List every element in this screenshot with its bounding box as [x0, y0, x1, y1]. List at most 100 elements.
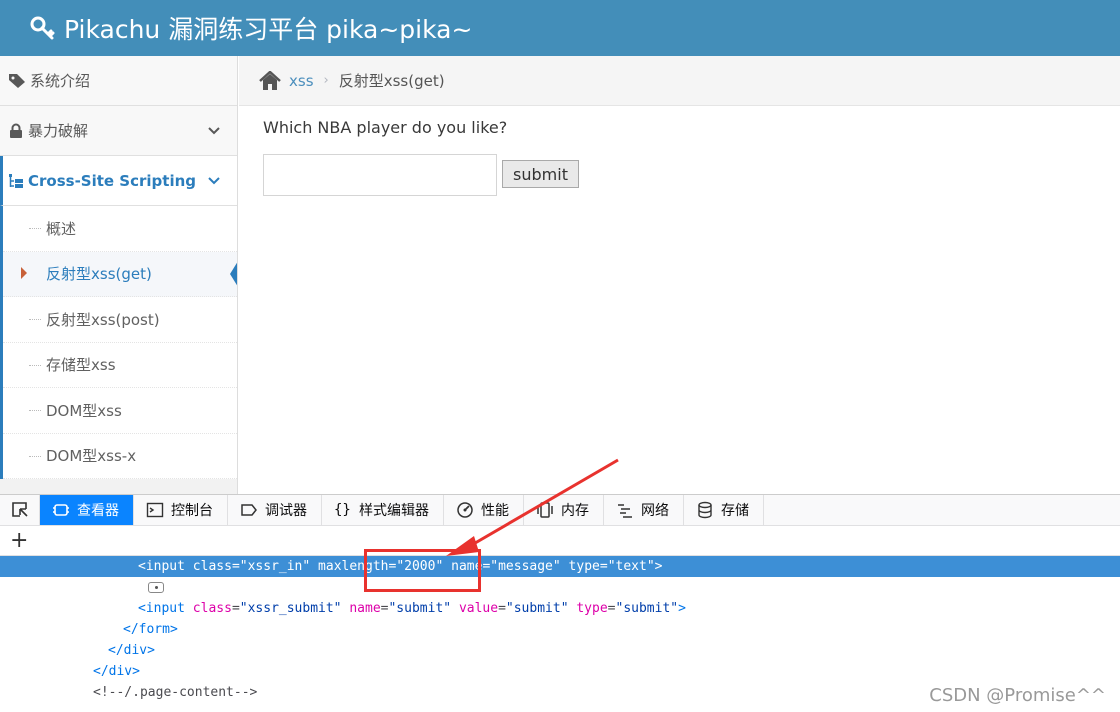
- sidebar-item-label: 暴力破解: [28, 122, 89, 140]
- attr-value: "message": [490, 559, 561, 574]
- attr-value: "xssr_submit": [239, 601, 342, 616]
- tree-connector: [29, 410, 41, 411]
- network-icon: [618, 504, 632, 518]
- add-node-button[interactable]: +: [10, 529, 28, 552]
- breadcrumb-current: 反射型xss(get): [338, 72, 445, 90]
- submenu-item-label: 反射型xss(post): [46, 310, 160, 329]
- tab-console[interactable]: 控制台: [134, 495, 228, 525]
- tab-label: 网络: [641, 503, 669, 519]
- tab-label: 样式编辑器: [359, 503, 429, 519]
- markup-line-div-close[interactable]: </div>: [0, 661, 1120, 682]
- caret-right-icon: [21, 266, 27, 279]
- element-picker-button[interactable]: [0, 495, 40, 525]
- tab-label: 性能: [481, 503, 509, 519]
- home-icon[interactable]: [259, 70, 281, 91]
- attr-value: "xssr_in": [239, 559, 311, 574]
- tab-label: 存储: [721, 503, 749, 519]
- submenu-item-dom-x[interactable]: DOM型xss-x: [3, 434, 237, 479]
- tree-connector: [29, 228, 41, 229]
- active-indicator: [230, 257, 237, 290]
- submenu-item-label: DOM型xss-x: [46, 447, 137, 466]
- tree-connector: [29, 364, 41, 366]
- attr-name: name: [349, 601, 381, 616]
- attr-name: type: [568, 559, 600, 574]
- sitemap-icon: [9, 173, 23, 188]
- markup-view: <input class="xssr_in" maxlength="2000" …: [0, 556, 1120, 703]
- breadcrumb-separator: ›: [323, 73, 329, 88]
- tab-network[interactable]: 网络: [604, 495, 684, 525]
- attr-name: type: [576, 601, 608, 616]
- submenu-item-label: DOM型xss: [46, 401, 122, 420]
- submenu-item-dom[interactable]: DOM型xss: [3, 388, 237, 434]
- attr-value: "submit": [388, 601, 452, 616]
- form-prompt: Which NBA player do you like?: [263, 118, 508, 137]
- attr-value: "text": [607, 559, 655, 574]
- page-content: Which NBA player do you like? submit: [263, 118, 579, 196]
- key-icon: [30, 16, 55, 40]
- markup-line-input-submit[interactable]: <input class="xssr_submit" name="submit"…: [0, 598, 1120, 619]
- attr-value: "submit": [615, 601, 679, 616]
- chevron-down-icon: [208, 127, 220, 135]
- sidebar-item-bruteforce[interactable]: 暴力破解: [0, 106, 237, 156]
- sidebar: 系统介绍 暴力破解 Cross-Site Scripting 概述 反射型xss…: [0, 56, 238, 494]
- tag-name: <input: [138, 601, 185, 616]
- markup-line-input-selected[interactable]: <input class="xssr_in" maxlength="2000" …: [0, 556, 1120, 577]
- markup-line-div-close[interactable]: </div>: [0, 640, 1120, 661]
- tag-icon: [9, 73, 25, 88]
- tag-name: </div>: [93, 664, 140, 679]
- tab-memory[interactable]: 内存: [524, 495, 604, 525]
- inspector-icon: [53, 504, 69, 516]
- devtools-toolbar: 查看器 控制台 调试器 {} 样式编辑器 性能 内存 网络 存储: [0, 495, 1120, 526]
- tab-label: 查看器: [77, 503, 119, 519]
- style-editor-icon: {}: [334, 502, 351, 518]
- tree-connector: [29, 319, 41, 320]
- performance-icon: [457, 502, 473, 518]
- tag-name: <input: [138, 559, 185, 574]
- watermark: CSDN @Promise^^: [929, 685, 1106, 706]
- lock-icon: [10, 123, 22, 138]
- sidebar-item-label: Cross-Site Scripting: [28, 171, 197, 190]
- devtools-panel: 查看器 控制台 调试器 {} 样式编辑器 性能 内存 网络 存储 + <inpu…: [0, 494, 1120, 712]
- submenu-item-label: 反射型xss(get): [46, 265, 152, 284]
- tag-name: </form>: [123, 622, 178, 637]
- tab-debugger[interactable]: 调试器: [228, 495, 322, 525]
- tab-inspector[interactable]: 查看器: [40, 495, 134, 525]
- tab-storage[interactable]: 存储: [684, 495, 764, 525]
- submit-button[interactable]: submit: [502, 160, 579, 188]
- tab-label: 内存: [561, 503, 589, 519]
- submenu-item-overview[interactable]: 概述: [3, 206, 237, 252]
- sidebar-item-intro[interactable]: 系统介绍: [0, 56, 237, 106]
- submenu-item-stored[interactable]: 存储型xss: [3, 343, 237, 388]
- breadcrumb-link-xss[interactable]: xss: [289, 72, 314, 90]
- tag-close: >: [678, 601, 686, 616]
- top-navbar: Pikachu 漏洞练习平台 pika~pika~: [0, 0, 1120, 56]
- markup-line-whitespace[interactable]: [0, 577, 1120, 598]
- message-input[interactable]: [263, 154, 497, 196]
- memory-icon: [537, 502, 553, 518]
- chevron-down-icon: [208, 177, 220, 185]
- annotation-highlight-box: [364, 549, 481, 592]
- sidebar-item-label: 系统介绍: [30, 72, 91, 90]
- inspector-toolbar: +: [0, 526, 1120, 556]
- markup-line-form-close[interactable]: </form>: [0, 619, 1120, 640]
- tab-style-editor[interactable]: {} 样式编辑器: [322, 495, 444, 525]
- attr-name: class: [192, 601, 232, 616]
- storage-icon: [698, 501, 712, 519]
- submenu-item-reflected-post[interactable]: 反射型xss(post): [3, 297, 237, 343]
- attr-name: value: [458, 601, 499, 616]
- tab-label: 调试器: [265, 503, 307, 519]
- tab-label: 控制台: [171, 503, 213, 519]
- xss-submenu: 概述 反射型xss(get) 反射型xss(post) 存储型xss DOM型x…: [0, 206, 237, 479]
- submenu-item-label: 存储型xss: [46, 356, 116, 375]
- whitespace-badge-icon[interactable]: [148, 582, 164, 593]
- app-title[interactable]: Pikachu 漏洞练习平台 pika~pika~: [64, 10, 472, 46]
- sidebar-item-xss[interactable]: Cross-Site Scripting: [0, 156, 237, 206]
- breadcrumb: xss › 反射型xss(get): [239, 56, 1120, 106]
- submenu-item-reflected-get[interactable]: 反射型xss(get): [3, 251, 237, 297]
- console-icon: [146, 502, 164, 518]
- element-picker-icon: [11, 502, 28, 517]
- tab-performance[interactable]: 性能: [444, 495, 524, 525]
- submenu-item-label: 概述: [46, 219, 77, 238]
- html-comment: <!--/.page-content-->: [93, 685, 258, 700]
- debugger-icon: [241, 504, 257, 516]
